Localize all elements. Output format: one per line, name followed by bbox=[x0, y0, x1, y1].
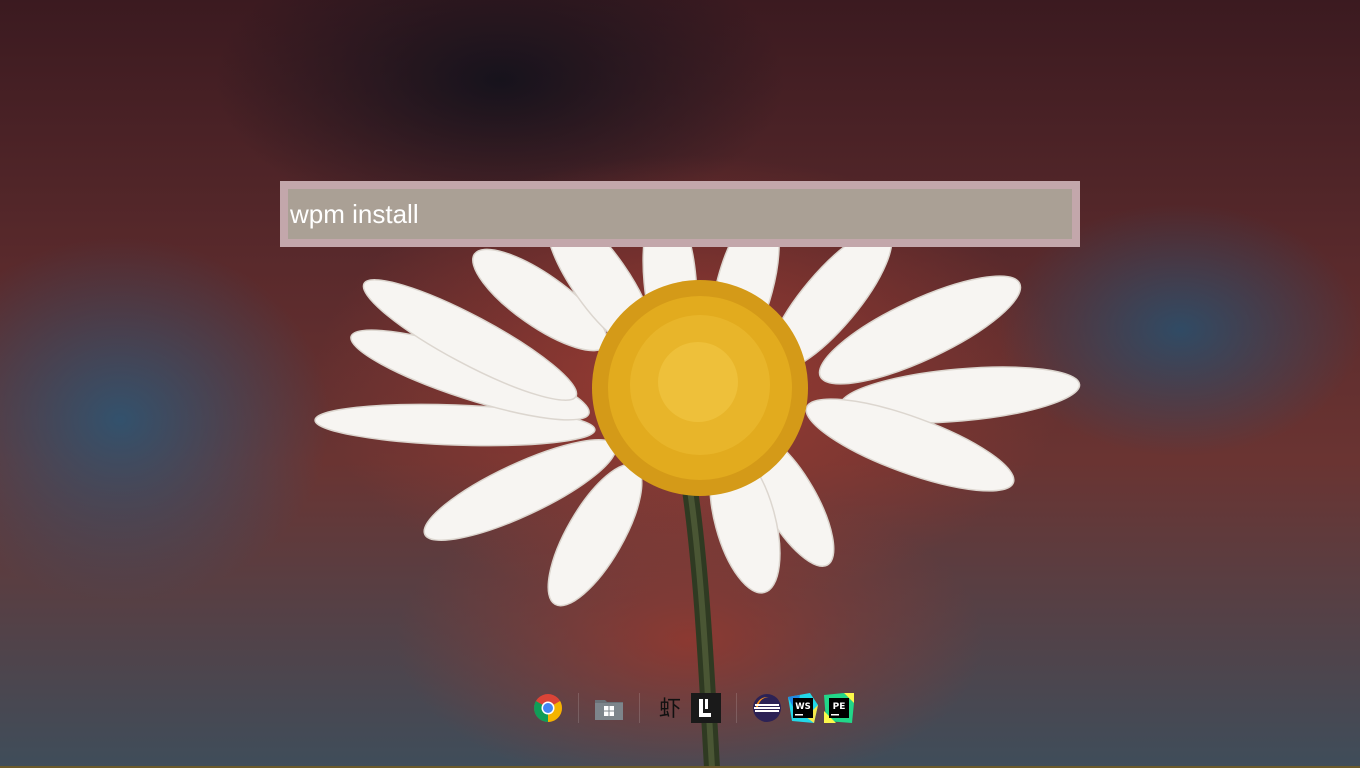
dock: 虾 WS PE bbox=[530, 688, 857, 728]
lighttable-icon bbox=[691, 693, 721, 723]
dock-item-lighttable[interactable] bbox=[690, 692, 722, 724]
svg-text:虾: 虾 bbox=[659, 697, 681, 722]
wallpaper-daisy bbox=[314, 199, 1081, 768]
dock-item-xia-app[interactable]: 虾 bbox=[654, 692, 686, 724]
dock-separator bbox=[736, 693, 737, 723]
file-manager-icon bbox=[595, 700, 623, 720]
dock-separator bbox=[578, 693, 579, 723]
dock-item-pycharm-edu[interactable]: PE bbox=[823, 692, 855, 724]
dock-item-eclipse[interactable] bbox=[751, 692, 783, 724]
dock-item-webstorm[interactable]: WS bbox=[787, 692, 819, 724]
xia-app-icon: 虾 bbox=[659, 697, 681, 722]
pycharm-edu-icon: PE bbox=[824, 693, 854, 723]
launcher-search-input[interactable] bbox=[288, 189, 1072, 239]
chrome-icon bbox=[534, 694, 562, 722]
eclipse-icon bbox=[753, 694, 781, 722]
webstorm-icon: WS bbox=[788, 693, 818, 723]
dock-separator bbox=[639, 693, 640, 723]
dock-item-chrome[interactable] bbox=[532, 692, 564, 724]
launcher-panel bbox=[280, 181, 1080, 247]
dock-item-file-manager[interactable] bbox=[593, 692, 625, 724]
svg-text:PE: PE bbox=[833, 702, 846, 712]
desktop: 虾 bbox=[0, 0, 1360, 768]
svg-text:WS: WS bbox=[795, 702, 811, 712]
